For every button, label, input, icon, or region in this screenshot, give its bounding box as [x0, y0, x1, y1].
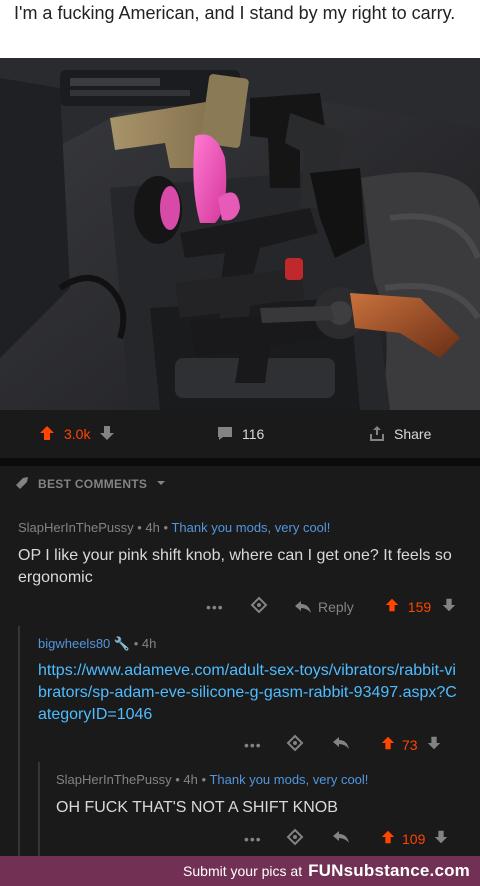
downvote-arrow-icon[interactable]: [441, 597, 457, 616]
sort-label: BEST COMMENTS: [38, 477, 148, 491]
share-label: Share: [394, 426, 432, 442]
comment-actions: ••• Reply 159: [206, 596, 457, 617]
post-score: 3.0k: [64, 426, 91, 442]
post-title-area: I'm a fucking American, and I stand by m…: [0, 0, 480, 58]
post-title: I'm a fucking American, and I stand by m…: [14, 3, 456, 23]
reply-arrow-icon: [295, 600, 311, 613]
comment-meta: bigwheels80 🔧 • 4h: [38, 636, 157, 651]
comment-age: 4h: [183, 772, 198, 787]
comment-score: 109: [402, 830, 426, 847]
thread-line[interactable]: [38, 762, 40, 856]
watermark-brand: FUNsubstance.com: [308, 861, 470, 880]
upvote-arrow-icon[interactable]: [380, 735, 396, 754]
watermark-footer: Submit your pics at FUNsubstance.com: [0, 856, 480, 886]
section-divider: [0, 458, 480, 466]
award-icon[interactable]: [286, 734, 304, 755]
reply-arrow-icon[interactable]: [332, 830, 350, 847]
comment-age: 4h: [141, 636, 157, 651]
comment-author[interactable]: SlapHerInThePussy: [18, 520, 134, 535]
wrench-icon: 🔧: [113, 636, 131, 651]
award-icon[interactable]: [286, 828, 304, 849]
comment-reply: SlapHerInThePussy • 4h • Thank you mods,…: [56, 772, 466, 819]
comment-body: OP I like your pink shift knob, where ca…: [18, 547, 452, 586]
award-icon[interactable]: [250, 596, 268, 617]
comment-meta: SlapHerInThePussy • 4h • Thank you mods,…: [18, 520, 331, 535]
comment-list: SlapHerInThePussy • 4h • Thank you mods,…: [0, 502, 480, 856]
comment-score: 73: [402, 736, 418, 753]
downvote-arrow-icon[interactable]: [433, 829, 449, 848]
comment-bubble-icon: [216, 424, 234, 445]
rocket-icon: [14, 475, 30, 494]
more-dots-icon[interactable]: •••: [244, 831, 268, 847]
watermark-text: Submit your pics at: [183, 863, 303, 879]
comments-button[interactable]: 116: [216, 424, 264, 445]
comment-author[interactable]: SlapHerInThePussy: [56, 772, 172, 787]
chevron-down-icon: [155, 477, 167, 492]
comment-link[interactable]: https://www.adameve.com/adult-sex-toys/v…: [38, 660, 458, 726]
comment-count: 116: [242, 426, 265, 442]
comment-score: 159: [407, 598, 432, 615]
post-action-bar: 3.0k 116 Share: [0, 410, 480, 458]
car-console-photo: [0, 58, 480, 410]
reply-arrow-icon[interactable]: [332, 736, 350, 753]
share-button[interactable]: Share: [368, 424, 431, 445]
comment-author[interactable]: bigwheels80: [38, 636, 110, 651]
more-dots-icon[interactable]: •••: [206, 599, 230, 615]
upvote-arrow-icon[interactable]: [380, 829, 396, 848]
downvote-arrow-icon[interactable]: [98, 424, 116, 445]
comment-sort-selector[interactable]: BEST COMMENTS: [0, 466, 480, 502]
downvote-arrow-icon[interactable]: [426, 735, 442, 754]
comment-body: OH FUCK THAT'S NOT A SHIFT KNOB: [56, 799, 338, 816]
share-icon: [368, 424, 386, 445]
comment-reply: bigwheels80 🔧 • 4h https://www.adameve.c…: [38, 636, 458, 726]
more-dots-icon[interactable]: •••: [244, 737, 268, 753]
comment-age: 4h: [145, 520, 160, 535]
upvote-arrow-icon[interactable]: [384, 597, 400, 616]
vote-group: 3.0k: [38, 424, 116, 445]
user-flair: Thank you mods, very cool!: [209, 772, 369, 787]
user-flair: Thank you mods, very cool!: [171, 520, 331, 535]
post-image[interactable]: [0, 58, 480, 410]
reply-label: Reply: [318, 598, 354, 615]
comment-actions: ••• 73: [244, 734, 442, 755]
comment: SlapHerInThePussy • 4h • Thank you mods,…: [18, 520, 468, 589]
comment-meta: SlapHerInThePussy • 4h • Thank you mods,…: [56, 772, 369, 787]
comment-actions: ••• 109: [244, 828, 449, 849]
reply-button[interactable]: Reply: [294, 599, 354, 615]
upvote-arrow-icon[interactable]: [38, 424, 56, 445]
thread-line[interactable]: [18, 626, 20, 856]
